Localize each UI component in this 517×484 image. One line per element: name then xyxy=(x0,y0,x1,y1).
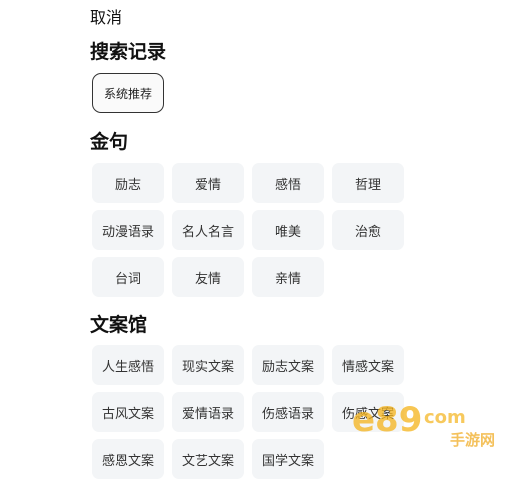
quote-tag[interactable]: 名人名言 xyxy=(172,210,244,250)
copywriting-tag[interactable]: 国学文案 xyxy=(252,439,324,479)
quote-tag[interactable]: 动漫语录 xyxy=(92,210,164,250)
quote-tag[interactable]: 励志 xyxy=(92,163,164,203)
watermark-subtitle: 手游网 xyxy=(450,431,495,449)
copywriting-tag[interactable]: 爱情语录 xyxy=(172,392,244,432)
quote-tag[interactable]: 亲情 xyxy=(252,257,324,297)
quote-tag[interactable]: 哲理 xyxy=(332,163,404,203)
copywriting-tag[interactable]: 情感文案 xyxy=(332,345,404,385)
site-watermark-logo: e89 com 手游网 xyxy=(352,400,495,449)
copywriting-tag[interactable]: 感恩文案 xyxy=(92,439,164,479)
copywriting-tag[interactable]: 人生感悟 xyxy=(92,345,164,385)
quote-tag[interactable]: 友情 xyxy=(172,257,244,297)
quotes-tag-grid: 励志 爱情 感悟 哲理 动漫语录 名人名言 唯美 治愈 台词 友情 亲情 xyxy=(92,163,404,297)
quote-tag[interactable]: 爱情 xyxy=(172,163,244,203)
quote-tag[interactable]: 感悟 xyxy=(252,163,324,203)
copywriting-tag[interactable]: 伤感语录 xyxy=(252,392,324,432)
watermark-brand: e89 xyxy=(352,400,422,440)
quote-tag[interactable]: 唯美 xyxy=(252,210,324,250)
copywriting-tag[interactable]: 文艺文案 xyxy=(172,439,244,479)
quote-tag[interactable]: 治愈 xyxy=(332,210,404,250)
copywriting-section-title: 文案馆 xyxy=(90,314,148,336)
copywriting-tag[interactable]: 现实文案 xyxy=(172,345,244,385)
cancel-button[interactable]: 取消 xyxy=(90,8,122,28)
watermark-suffix: com xyxy=(424,407,466,428)
copywriting-tag[interactable]: 古风文案 xyxy=(92,392,164,432)
quotes-section-title: 金句 xyxy=(90,131,129,153)
quote-tag[interactable]: 台词 xyxy=(92,257,164,297)
copywriting-tag[interactable]: 励志文案 xyxy=(252,345,324,385)
history-item[interactable]: 系统推荐 xyxy=(92,73,164,113)
search-history-title: 搜索记录 xyxy=(90,41,167,63)
